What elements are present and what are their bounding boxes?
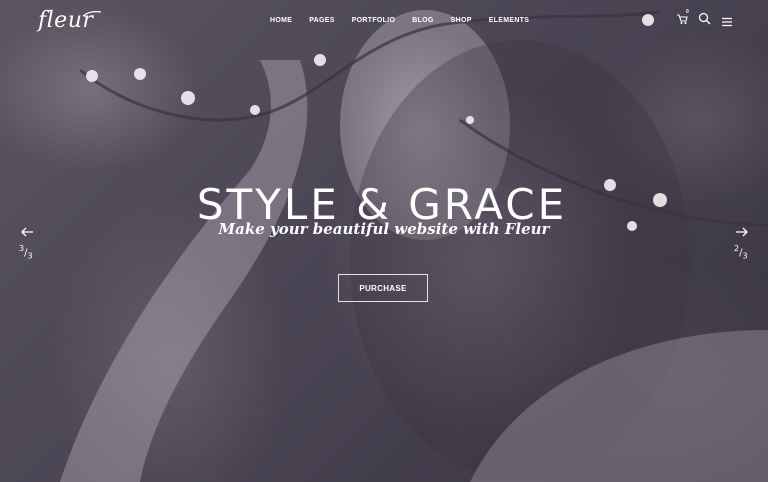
hero-background: fleur HOME PAGES PORTFOLIO BLOG SHOP ELE…	[0, 0, 768, 482]
slide-indicator-dot	[381, 208, 385, 212]
slide-subtitle: Make your beautiful website with Fleur	[218, 220, 550, 238]
prev-slide-counter: 3/3	[19, 244, 33, 261]
next-arrow-icon[interactable]	[735, 227, 749, 237]
purchase-button[interactable]: PURCHASE	[338, 274, 428, 302]
prev-arrow-icon[interactable]	[20, 227, 34, 237]
slide-content: STYLE & GRACE Make your beautiful websit…	[0, 0, 768, 482]
next-slide-counter: 2/3	[734, 244, 748, 261]
